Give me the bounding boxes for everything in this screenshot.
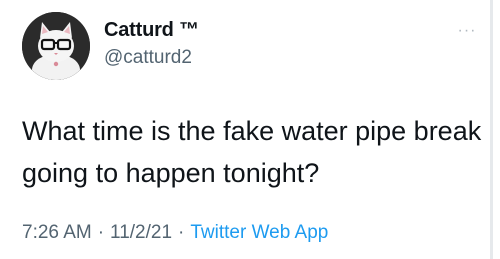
more-dots-icon: ··· [457, 22, 477, 39]
display-name[interactable]: Catturd ™ [104, 19, 199, 42]
user-handle[interactable]: @catturd2 [104, 47, 192, 69]
more-options-button[interactable]: ··· [454, 22, 480, 39]
cat-avatar-icon [22, 12, 90, 80]
meta-separator: · [178, 222, 185, 243]
tweet-date[interactable]: 11/2/21 [110, 222, 172, 244]
tweet-source-link[interactable]: Twitter Web App [190, 222, 328, 244]
scrollbar-track[interactable] [490, 0, 493, 259]
avatar[interactable] [22, 12, 90, 80]
tweet-time[interactable]: 7:26 AM [22, 222, 92, 244]
tweet-meta: 7:26 AM · 11/2/21 · Twitter Web App [22, 222, 328, 244]
display-name-row[interactable]: Catturd ™ [104, 19, 199, 42]
tweet-card: Catturd ™ @catturd2 ··· What time is the… [0, 0, 500, 259]
meta-separator: · [97, 222, 105, 243]
tweet-text: What time is the fake water pipe break g… [22, 116, 482, 188]
